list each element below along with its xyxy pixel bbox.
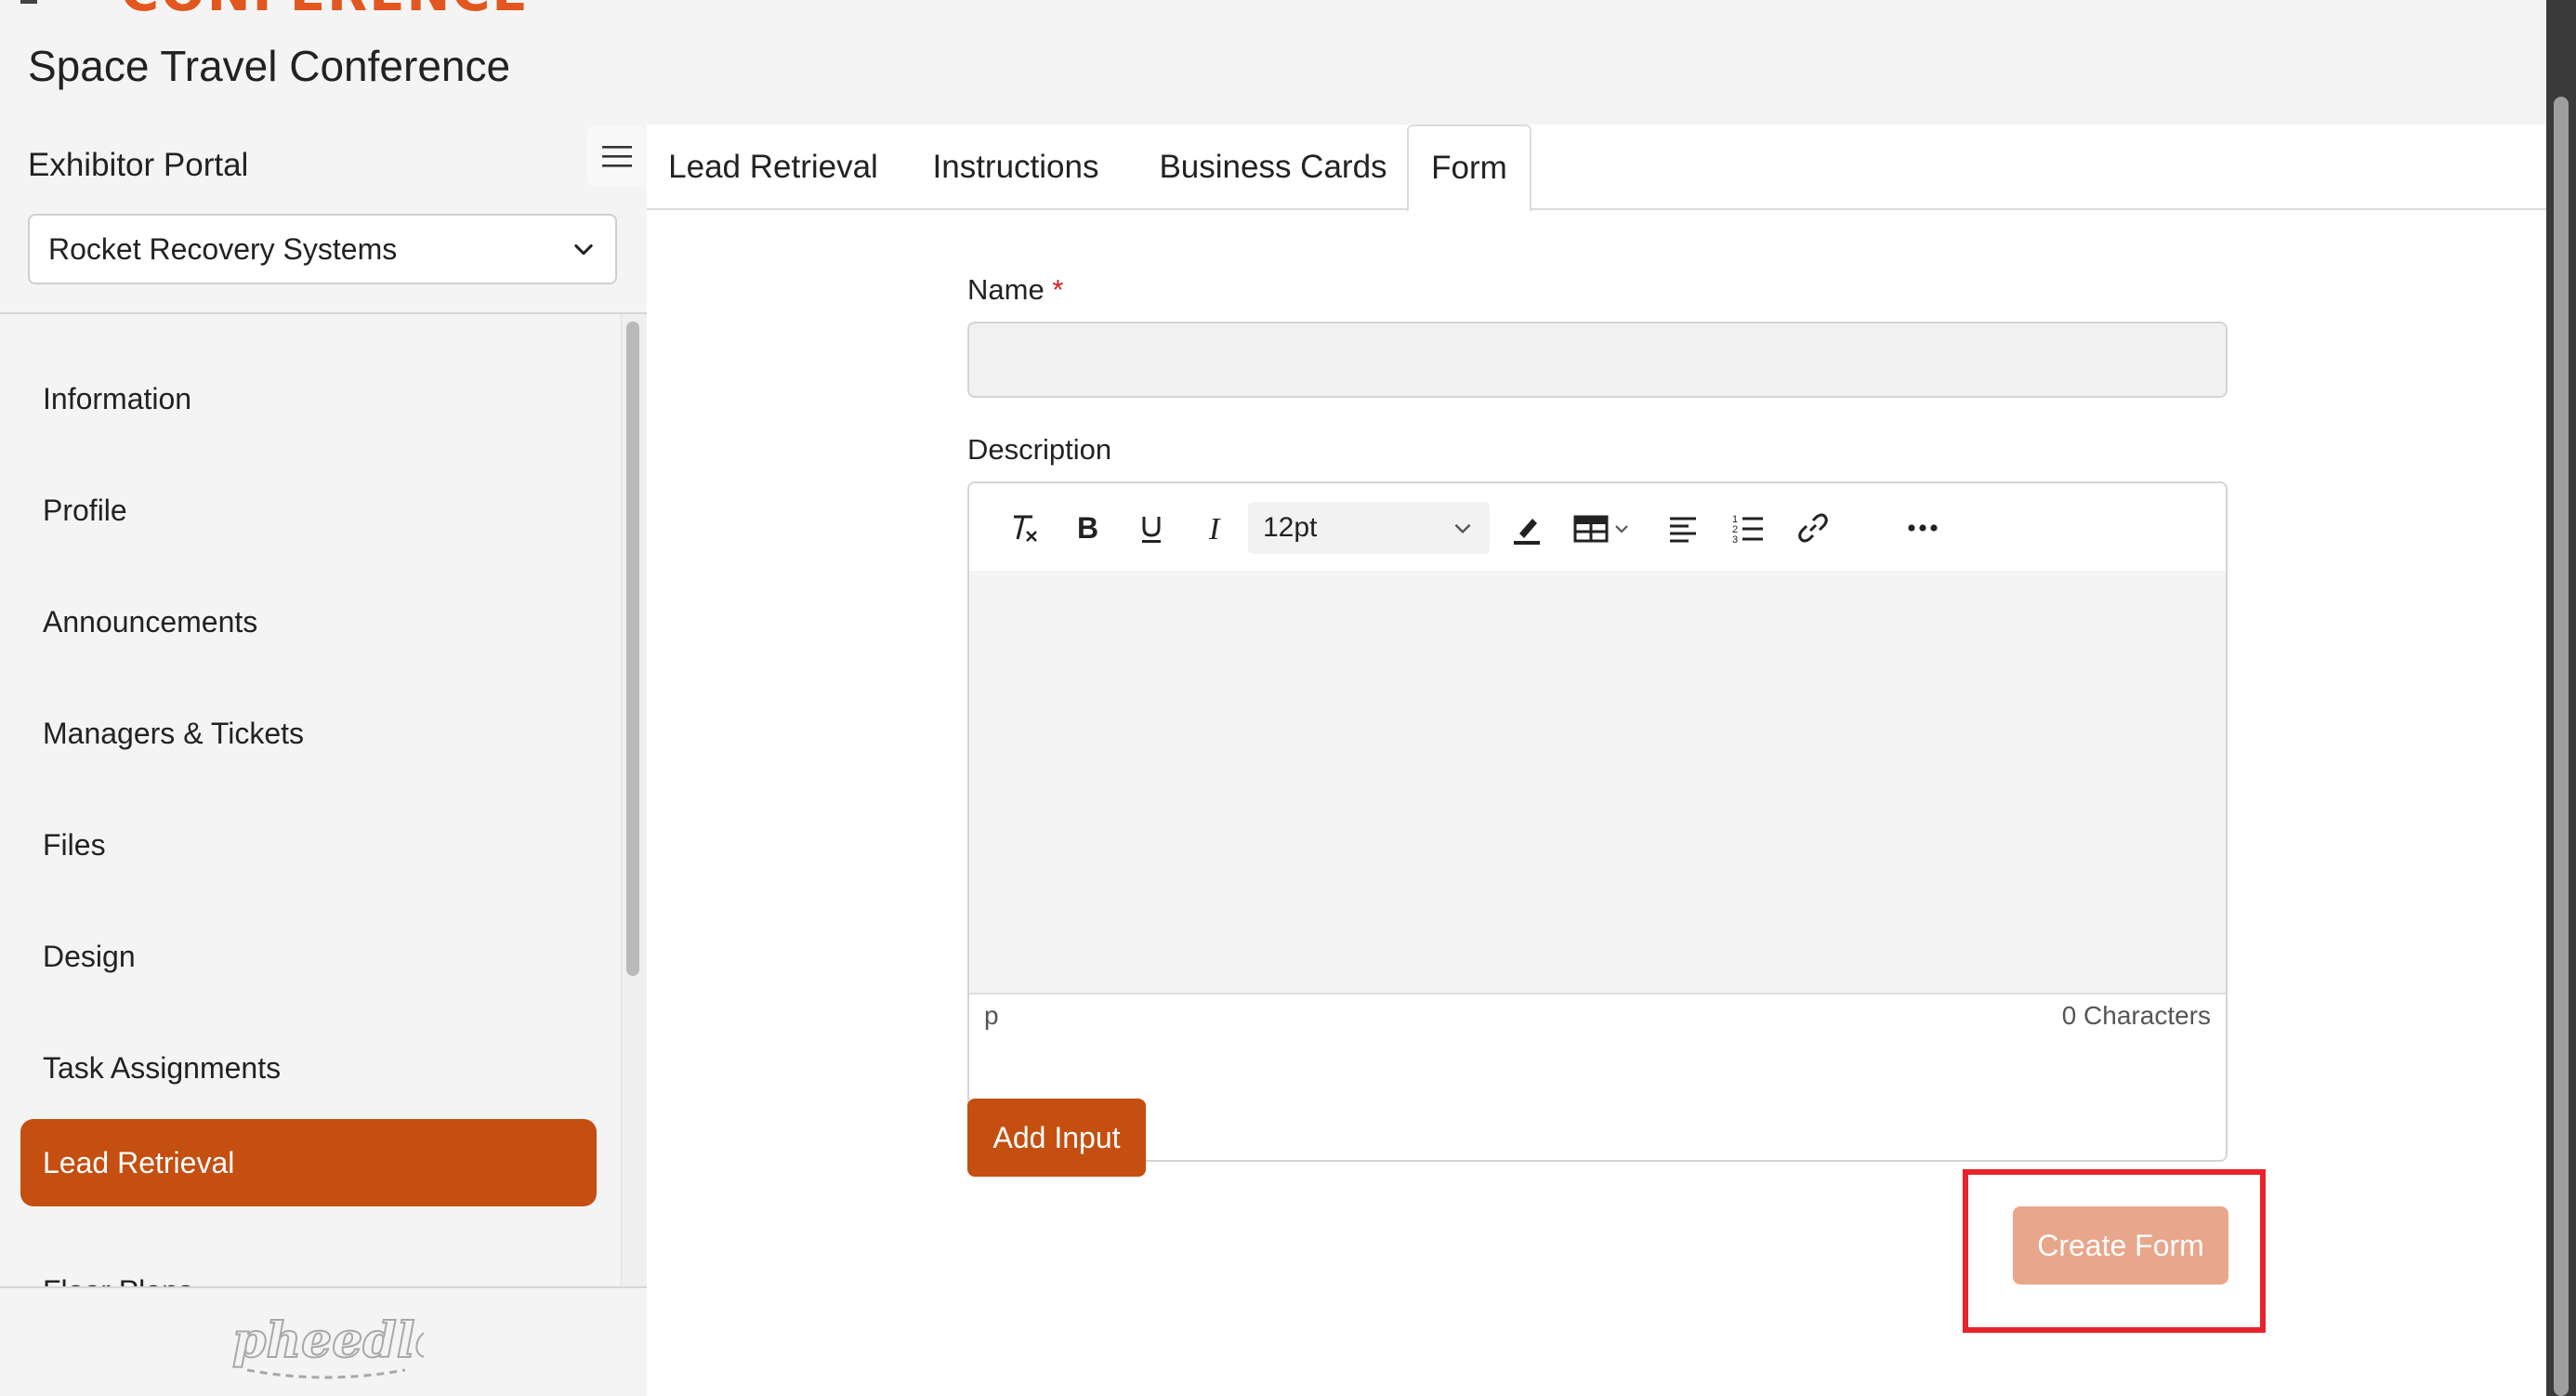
- highlight-annotation: [1963, 1169, 2266, 1333]
- page-scrollbar-track[interactable]: [2546, 0, 2576, 1396]
- italic-icon[interactable]: I: [1198, 509, 1235, 547]
- character-count: 0 Characters: [2061, 1001, 2211, 1030]
- rich-text-editor: B I 12pt 1 2 3 p 0 Characters: [967, 481, 2228, 1162]
- element-path[interactable]: p: [984, 1001, 999, 1031]
- sidebar-item-files[interactable]: Files: [20, 801, 597, 889]
- chevron-down-icon: [574, 244, 593, 256]
- menu-toggle-button[interactable]: [587, 126, 647, 186]
- sidebar-item-lead-retrieval[interactable]: Lead Retrieval: [20, 1119, 597, 1206]
- sidebar-item-managers-tickets[interactable]: Managers & Tickets: [20, 690, 597, 777]
- conference-title: Space Travel Conference: [28, 42, 511, 90]
- sidebar-menu: Information Profile Announcements Manage…: [0, 314, 621, 1286]
- name-label-text: Name: [967, 273, 1045, 306]
- clear-format-icon[interactable]: [1005, 509, 1042, 547]
- tab-business-cards[interactable]: Business Cards: [1147, 125, 1400, 210]
- sidebar-item-label: Announcements: [43, 604, 258, 639]
- more-icon[interactable]: [1904, 509, 1941, 547]
- editor-toolbar: B I 12pt 1 2 3: [969, 483, 2226, 571]
- required-marker: *: [1052, 273, 1064, 306]
- highlight-pen-icon[interactable]: [1508, 509, 1545, 547]
- sidebar-item-design[interactable]: Design: [20, 913, 597, 1000]
- editor-content-area[interactable]: [969, 571, 2226, 993]
- add-input-button[interactable]: Add Input: [967, 1099, 1146, 1177]
- font-size-value: 12pt: [1263, 512, 1318, 543]
- description-label: Description: [967, 433, 1112, 466]
- tab-label: Instructions: [932, 149, 1099, 185]
- sidebar: Exhibitor Portal Rocket Recovery Systems…: [0, 125, 647, 1396]
- bold-icon[interactable]: B: [1068, 509, 1105, 547]
- tab-lead-retrieval[interactable]: Lead Retrieval: [662, 125, 885, 210]
- portal-label: Exhibitor Portal: [28, 147, 249, 183]
- sidebar-item-profile[interactable]: Profile: [20, 467, 597, 554]
- pheedloop-logo: pheedloop: [231, 1311, 424, 1379]
- chevron-down-icon: [1454, 523, 1471, 534]
- tab-form[interactable]: Form: [1407, 125, 1531, 212]
- sidebar-item-floor-plans[interactable]: Floor Plans: [20, 1247, 597, 1287]
- conference-logo-text: CONFERENCE: [121, 0, 530, 11]
- sidebar-item-task-assignments[interactable]: Task Assignments: [20, 1024, 597, 1112]
- editor-status-bar: p 0 Characters: [969, 993, 2226, 1037]
- underline-icon[interactable]: [1133, 509, 1170, 547]
- logo-mark: [20, 0, 37, 4]
- sidebar-item-label: Information: [43, 381, 192, 415]
- sidebar-footer: pheedloop: [0, 1286, 647, 1396]
- table-icon[interactable]: [1571, 509, 1638, 547]
- sidebar-item-label: Task Assignments: [43, 1050, 282, 1085]
- sidebar-scrollbar-thumb[interactable]: [626, 322, 639, 976]
- link-icon[interactable]: [1794, 509, 1832, 547]
- sidebar-item-label: Managers & Tickets: [43, 716, 304, 750]
- sidebar-item-label: Files: [43, 827, 106, 862]
- font-size-select[interactable]: 12pt: [1248, 502, 1490, 554]
- main-panel: Lead Retrieval Instructions Business Car…: [647, 125, 2546, 1396]
- sidebar-item-label: Profile: [43, 493, 127, 527]
- align-left-icon[interactable]: [1664, 509, 1702, 547]
- tab-label: Form: [1431, 150, 1507, 186]
- tab-bar: Lead Retrieval Instructions Business Car…: [647, 125, 2546, 212]
- sidebar-item-information[interactable]: Information: [20, 355, 597, 442]
- sidebar-item-label: Floor Plans: [43, 1274, 193, 1287]
- tab-instructions[interactable]: Instructions: [905, 125, 1126, 210]
- svg-text:I: I: [1208, 512, 1221, 547]
- svg-text:3: 3: [1732, 534, 1738, 546]
- tab-label: Lead Retrieval: [668, 149, 878, 185]
- hamburger-icon: [602, 146, 632, 167]
- name-label: Name *: [967, 273, 1063, 307]
- page-scrollbar-thumb[interactable]: [2554, 97, 2569, 1396]
- svg-text:pheedloop: pheedloop: [232, 1312, 424, 1369]
- sidebar-item-label: Lead Retrieval: [43, 1145, 235, 1179]
- name-input[interactable]: [967, 322, 2228, 398]
- sidebar-item-label: Design: [43, 939, 136, 973]
- svg-text:B: B: [1077, 511, 1098, 545]
- sidebar-item-announcements[interactable]: Announcements: [20, 578, 597, 665]
- numbered-list-icon[interactable]: 1 2 3: [1729, 509, 1767, 547]
- tab-label: Business Cards: [1159, 149, 1387, 185]
- conference-logo: CONFERENCE: [0, 0, 651, 11]
- exhibitor-select[interactable]: Rocket Recovery Systems: [28, 214, 617, 284]
- exhibitor-select-value: Rocket Recovery Systems: [48, 231, 398, 266]
